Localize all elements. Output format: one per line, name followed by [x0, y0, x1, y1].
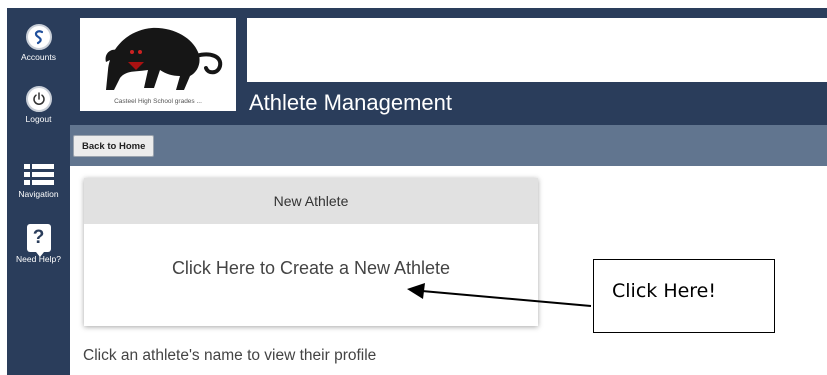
list-icon: [23, 164, 54, 186]
logout-label: Logout: [25, 114, 52, 124]
s-logo-icon: [25, 24, 52, 50]
create-athlete-link[interactable]: Click Here to Create a New Athlete: [84, 224, 538, 326]
panther-icon: [105, 27, 223, 90]
back-to-home-button[interactable]: Back to Home: [73, 135, 155, 157]
callout-text: Click Here!: [612, 280, 716, 302]
logout-button[interactable]: Logout: [7, 86, 70, 124]
school-logo: Casteel High School grades ...: [80, 18, 236, 111]
accounts-label: Accounts: [21, 52, 56, 62]
navigation-label: Navigation: [18, 189, 59, 199]
header-banner: [247, 18, 827, 82]
profile-hint: Click an athlete's name to view their pr…: [83, 347, 377, 364]
question-icon: ?: [26, 224, 51, 257]
navigation-button[interactable]: Navigation: [7, 164, 70, 199]
help-button[interactable]: ? Need Help?: [7, 224, 70, 264]
accounts-button[interactable]: Accounts: [7, 24, 70, 62]
power-icon: [25, 86, 52, 112]
side-rail: Accounts Logout Navigation ? Need Help?: [7, 8, 70, 375]
page-title: Athlete Management: [249, 90, 453, 115]
logo-caption: Casteel High School grades ...: [114, 98, 202, 105]
card-header: New Athlete: [84, 178, 538, 224]
new-athlete-card[interactable]: New Athlete Click Here to Create a New A…: [84, 178, 538, 326]
toolbar: [70, 125, 827, 166]
callout-box: Click Here!: [593, 259, 775, 333]
